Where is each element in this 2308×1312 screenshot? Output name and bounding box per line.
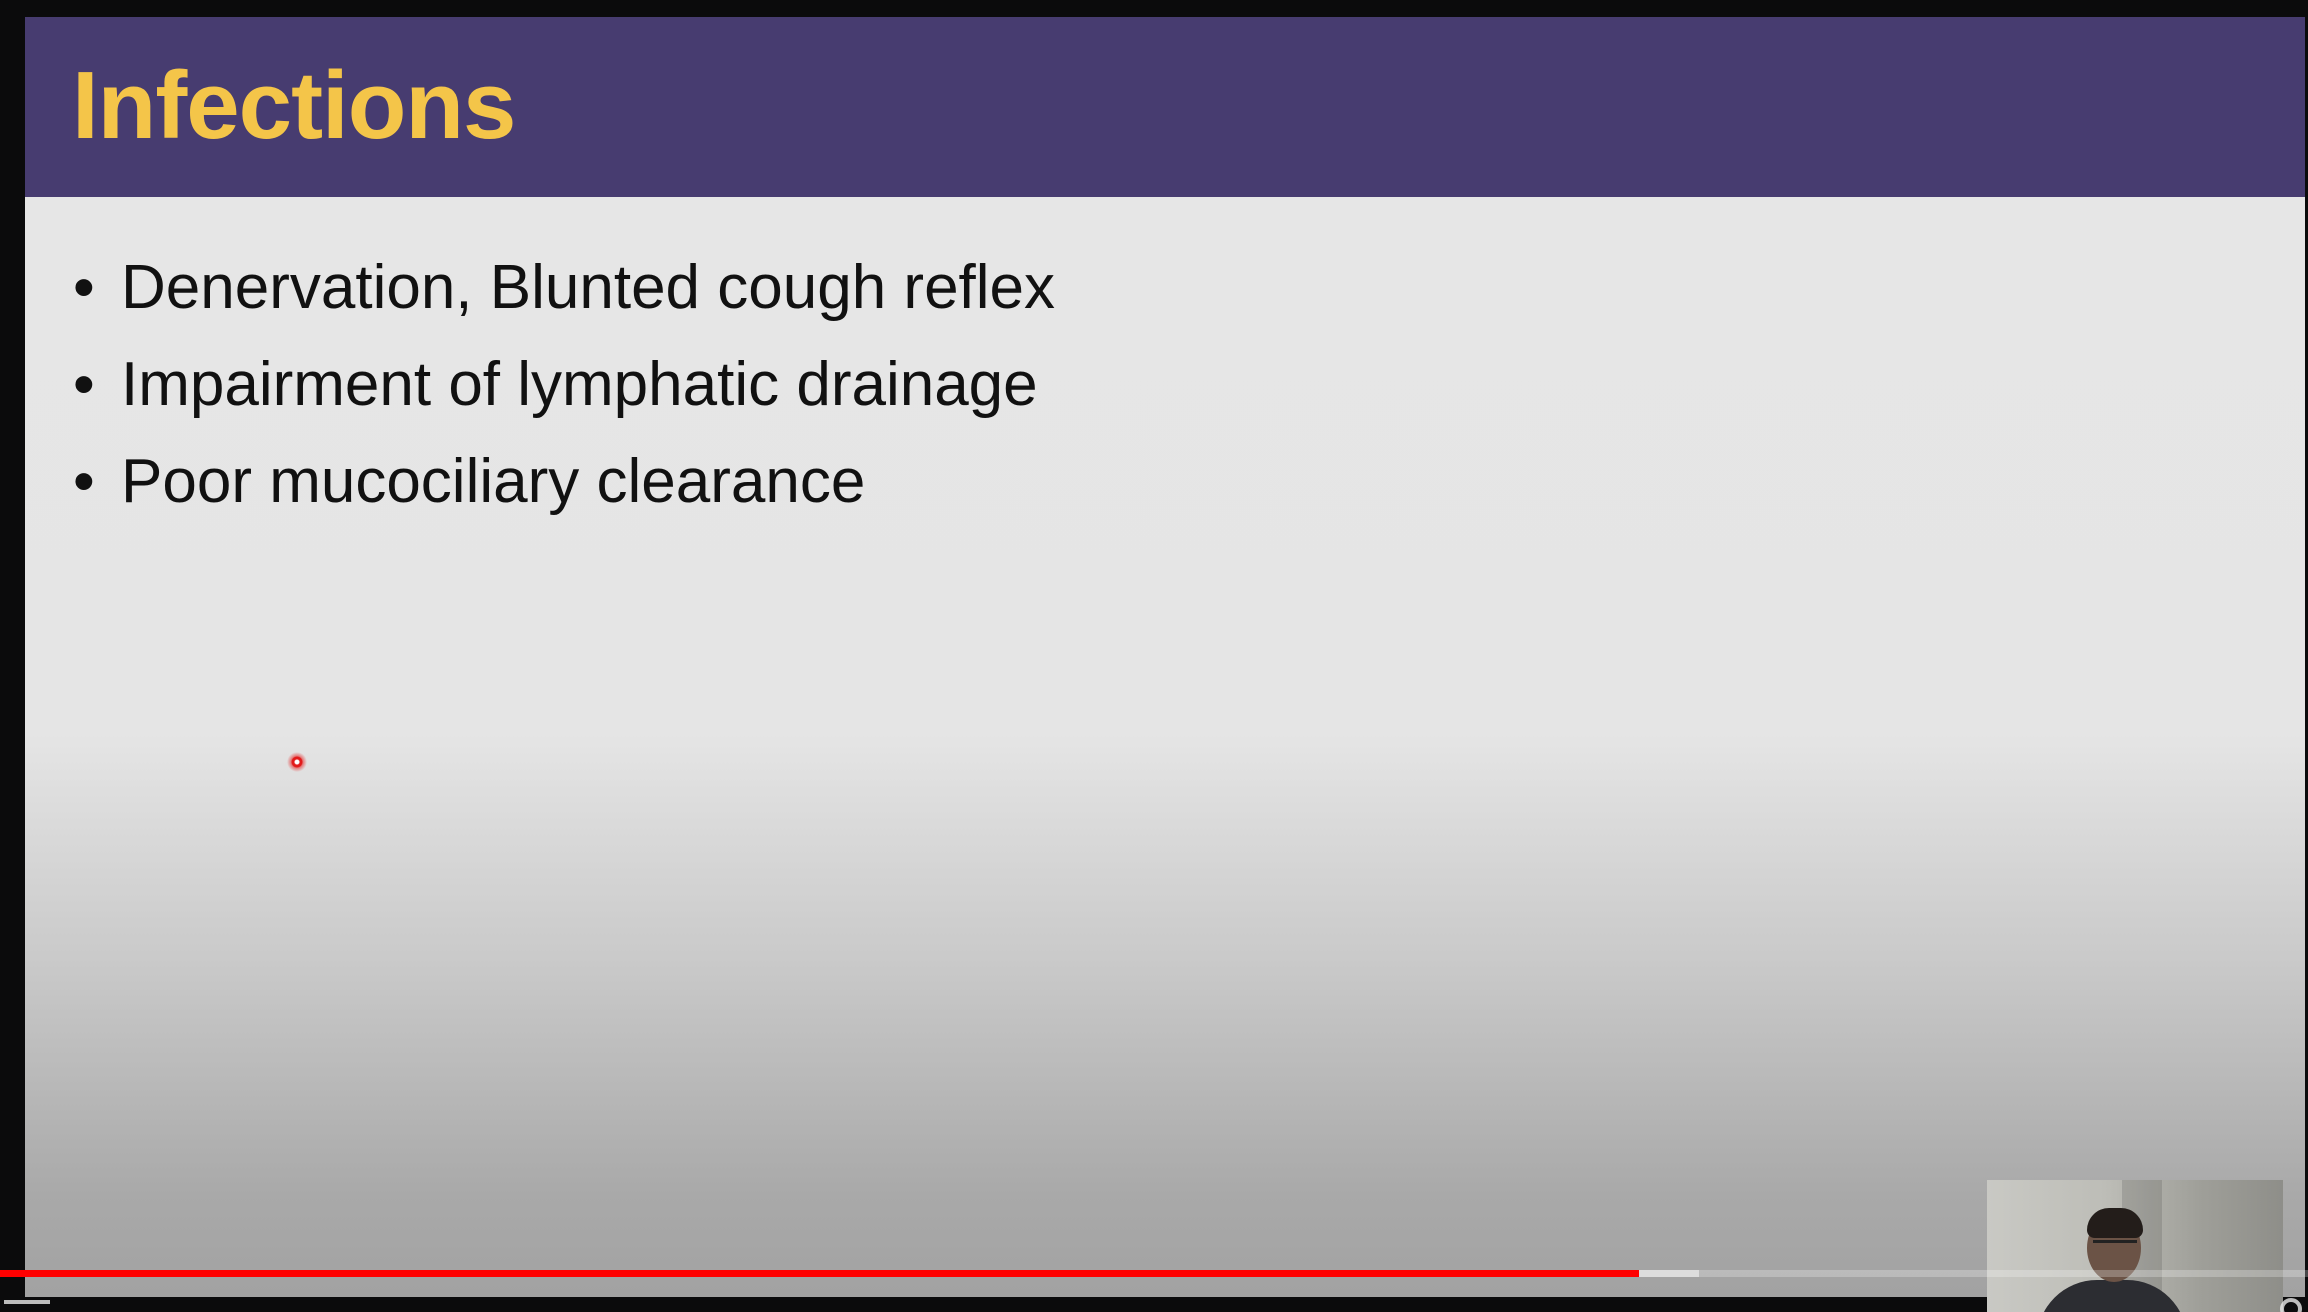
- progress-bar[interactable]: [0, 1270, 2308, 1277]
- laser-pointer-icon: [287, 752, 307, 772]
- presenter-hair: [2087, 1208, 2143, 1238]
- bullet-text: Impairment of lymphatic drainage: [121, 350, 1038, 419]
- bullet-item: • Denervation, Blunted cough reflex: [73, 239, 1055, 336]
- bullet-icon: •: [73, 253, 95, 322]
- slide-title: Infections: [72, 52, 516, 159]
- progress-played: [0, 1270, 1639, 1277]
- video-player[interactable]: Infections • Denervation, Blunted cough r…: [0, 0, 2308, 1312]
- slide-header-bar: Infections: [25, 17, 2305, 197]
- bullet-item: • Poor mucociliary clearance: [73, 433, 1055, 530]
- bullet-icon: •: [73, 350, 95, 419]
- play-icon[interactable]: [4, 1300, 50, 1312]
- settings-icon[interactable]: [2280, 1298, 2302, 1312]
- bullet-text: Denervation, Blunted cough reflex: [121, 253, 1056, 322]
- bullet-item: • Impairment of lymphatic drainage: [73, 336, 1055, 433]
- player-controls: [0, 1290, 2308, 1312]
- bullet-text: Poor mucociliary clearance: [121, 447, 866, 516]
- bullet-list: • Denervation, Blunted cough reflex • Impa…: [73, 239, 1055, 530]
- bullet-icon: •: [73, 447, 95, 516]
- presenter-glasses: [2093, 1240, 2137, 1252]
- presentation-slide: Infections • Denervation, Blunted cough r…: [25, 17, 2305, 1297]
